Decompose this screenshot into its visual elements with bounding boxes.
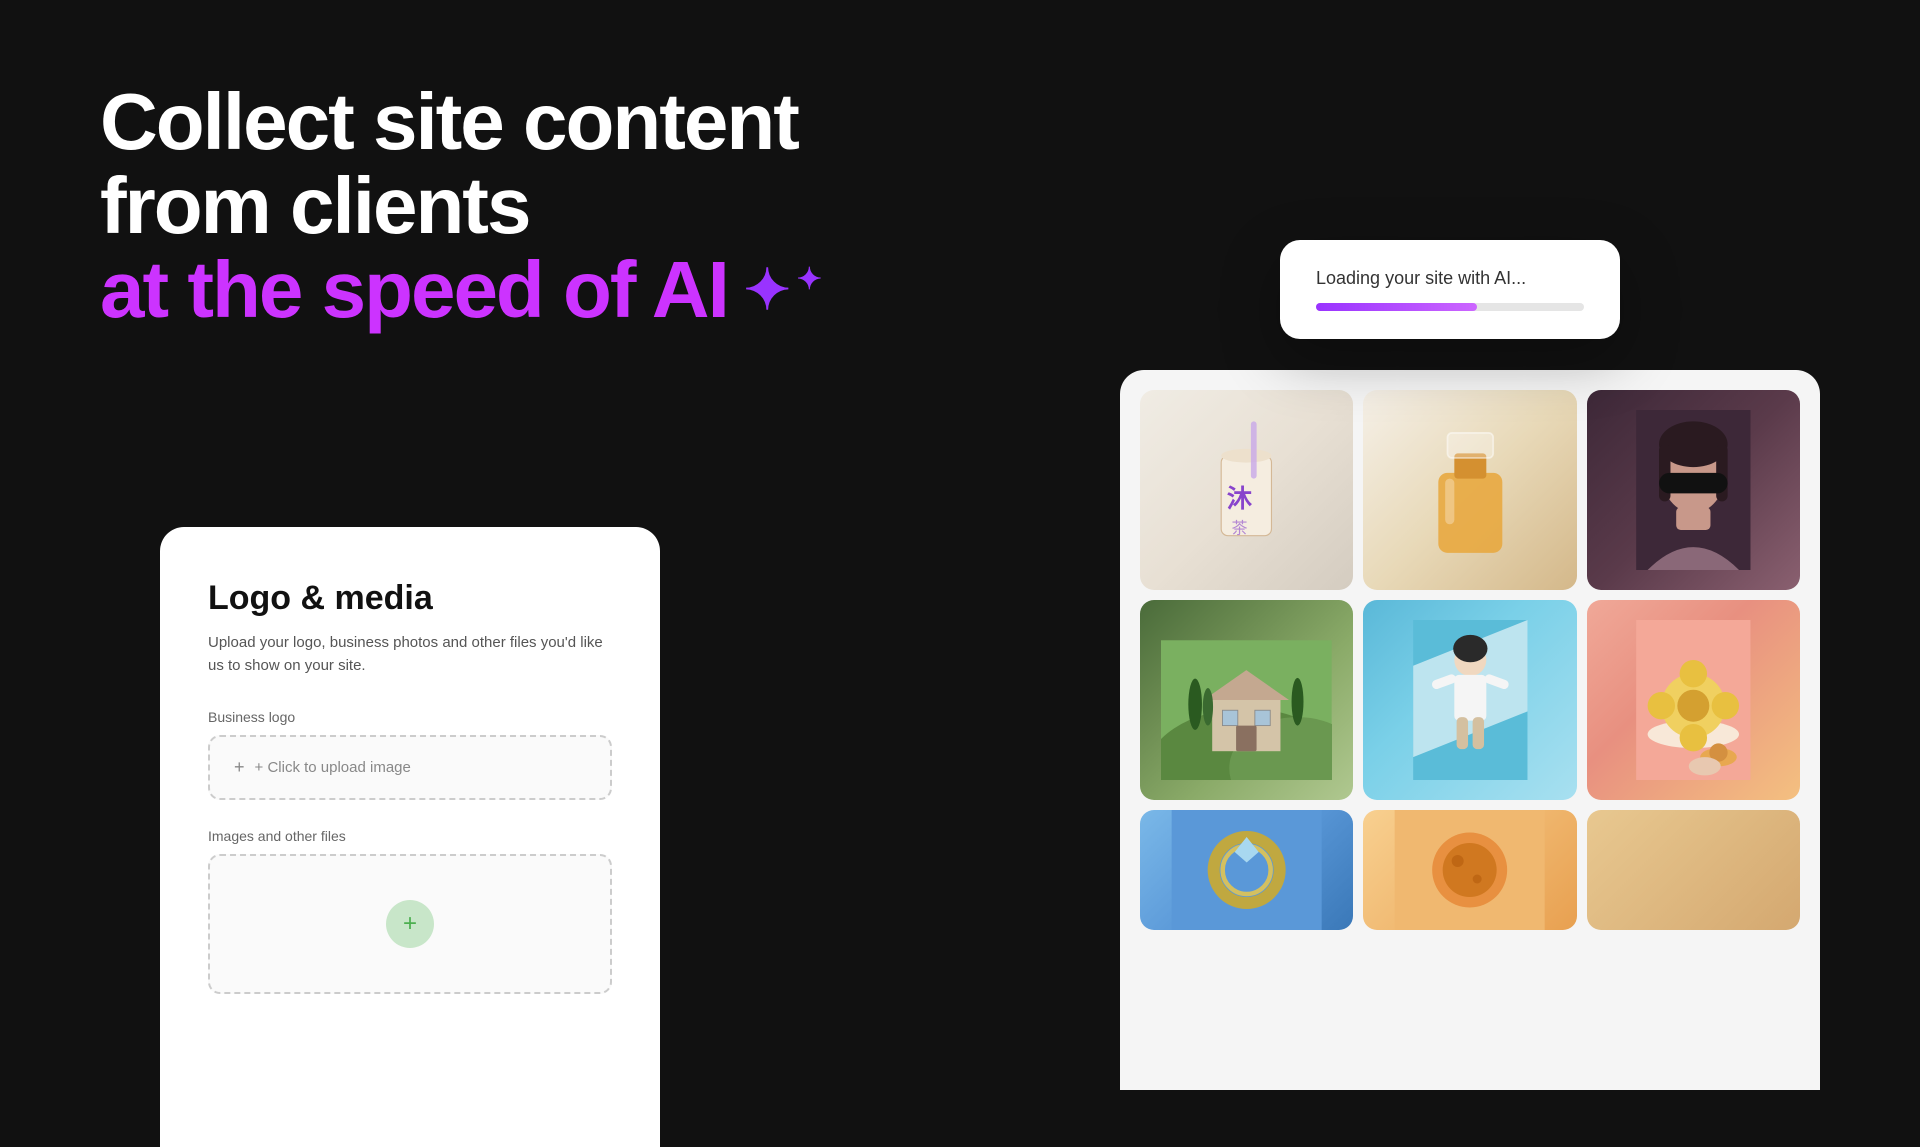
upload-placeholder-text: + Click to upload image bbox=[255, 759, 411, 776]
grid-item-ring bbox=[1140, 810, 1353, 930]
grid-item-pastry bbox=[1587, 600, 1800, 800]
grid-item-model bbox=[1587, 390, 1800, 590]
add-files-button[interactable]: + bbox=[386, 900, 434, 948]
grid-item-extra bbox=[1587, 810, 1800, 930]
skater-illustration bbox=[1385, 620, 1556, 780]
add-icon: + bbox=[403, 910, 417, 938]
hero-line-2: from clients bbox=[100, 164, 820, 248]
food2-illustration bbox=[1363, 810, 1576, 930]
grid-item-villa bbox=[1140, 600, 1353, 800]
form-card: Logo & media Upload your logo, business … bbox=[160, 527, 660, 1147]
images-label: Images and other files bbox=[208, 828, 612, 844]
hero-line-3: at the speed of AI ✦✦ bbox=[100, 248, 820, 332]
business-logo-label: Business logo bbox=[208, 709, 612, 725]
model-illustration bbox=[1608, 410, 1779, 570]
villa-illustration bbox=[1161, 620, 1332, 780]
sparkle-icon: ✦✦ bbox=[744, 261, 820, 320]
image-grid: 沐 茶 bbox=[1140, 390, 1800, 800]
logo-upload-zone[interactable]: + + Click to upload image bbox=[208, 735, 612, 800]
image-grid-card: 沐 茶 bbox=[1120, 370, 1820, 1090]
hero-section: Collect site content from clients at the… bbox=[100, 80, 820, 332]
drink-illustration: 沐 茶 bbox=[1161, 410, 1332, 570]
progress-bar-fill bbox=[1316, 303, 1477, 311]
grid-item-food2 bbox=[1363, 810, 1576, 930]
hero-line-1: Collect site content bbox=[100, 80, 820, 164]
bottom-row bbox=[1140, 810, 1800, 930]
loading-text: Loading your site with AI... bbox=[1316, 268, 1584, 289]
svg-text:沐: 沐 bbox=[1227, 485, 1253, 513]
upload-plus-icon: + bbox=[234, 757, 245, 778]
perfume-illustration bbox=[1385, 410, 1556, 570]
grid-item-skater bbox=[1363, 600, 1576, 800]
pastry-illustration bbox=[1608, 620, 1779, 780]
ring-illustration bbox=[1140, 810, 1353, 930]
grid-item-drink: 沐 茶 bbox=[1140, 390, 1353, 590]
loading-card: Loading your site with AI... bbox=[1280, 240, 1620, 339]
images-upload-zone[interactable]: + bbox=[208, 854, 612, 994]
grid-item-perfume bbox=[1363, 390, 1576, 590]
svg-text:茶: 茶 bbox=[1232, 519, 1248, 537]
form-description: Upload your logo, business photos and ot… bbox=[208, 632, 612, 677]
progress-bar-background bbox=[1316, 303, 1584, 311]
hero-line-3-text: at the speed of AI bbox=[100, 248, 728, 332]
form-title: Logo & media bbox=[208, 579, 612, 618]
